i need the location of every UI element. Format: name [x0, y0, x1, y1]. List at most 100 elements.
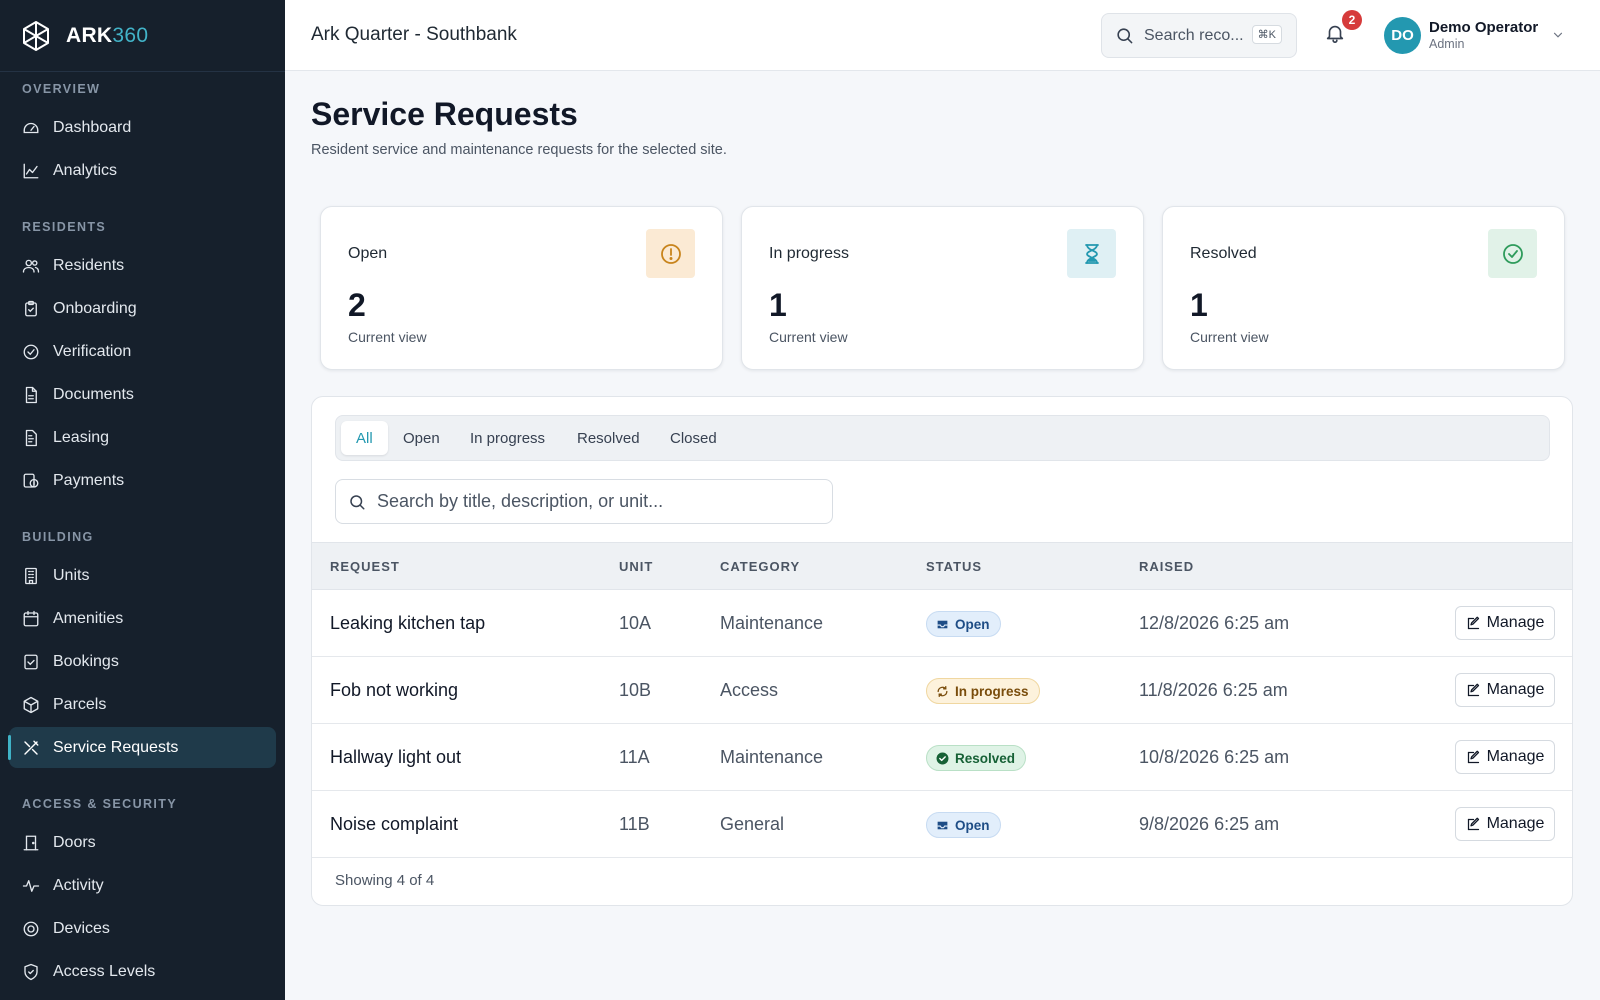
stat-card-in-progress: In progress 1 Current view — [741, 206, 1144, 370]
sidebar-item-access-levels[interactable]: Access Levels — [9, 951, 276, 992]
avatar[interactable]: DO — [1384, 17, 1421, 54]
nav-group-building: BUILDING — [22, 530, 94, 544]
request-title[interactable]: Leaking kitchen tap — [330, 613, 485, 634]
brand[interactable]: ARK360 — [0, 0, 285, 72]
brand-name: ARK360 — [66, 23, 149, 47]
sidebar-item-parcels[interactable]: Parcels — [9, 684, 276, 725]
request-title[interactable]: Fob not working — [330, 680, 458, 701]
request-category: Maintenance — [720, 747, 824, 767]
edit-icon — [1467, 683, 1479, 696]
stat-label: In progress — [769, 245, 850, 262]
global-search[interactable]: Search reco... ⌘K — [1101, 13, 1297, 58]
sidebar-item-service-requests[interactable]: Service Requests — [8, 727, 276, 768]
requests-panel: All Open In progress Resolved Closed REQ… — [311, 396, 1573, 906]
sidebar-item-label: Payments — [53, 471, 125, 489]
sidebar-item-label: Residents — [53, 256, 125, 274]
page-title: Service Requests — [311, 96, 578, 132]
search-icon — [350, 494, 365, 509]
payments-icon — [23, 473, 39, 488]
sidebar-item-label: Devices — [53, 919, 110, 937]
request-title[interactable]: Noise complaint — [330, 814, 458, 835]
request-category: Access — [720, 680, 779, 700]
search-shortcut: ⌘K — [1251, 25, 1282, 44]
stat-card-open: Open 2 Current view — [320, 206, 723, 370]
chevron-down-icon[interactable] — [1551, 28, 1565, 42]
stat-note: Current view — [769, 329, 848, 345]
request-category: General — [720, 814, 785, 834]
status-badge: Open — [926, 611, 1001, 637]
status-badge-label: Open — [955, 817, 990, 833]
users-icon — [22, 259, 40, 273]
tab-open[interactable]: Open — [388, 421, 455, 455]
calendar-check-icon — [24, 654, 38, 669]
column-header-unit[interactable]: UNIT — [619, 559, 653, 574]
status-badge: Open — [926, 812, 1001, 838]
tab-in-progress[interactable]: In progress — [455, 421, 560, 455]
stat-card-resolved: Resolved 1 Current view — [1162, 206, 1565, 370]
sidebar-item-leasing[interactable]: Leasing — [9, 417, 276, 458]
table-row[interactable]: Fob not working 10B Access In progress 1… — [312, 657, 1572, 724]
sidebar-item-label: Units — [53, 566, 90, 584]
table-row[interactable]: Hallway light out 11A Maintenance Resolv… — [312, 724, 1572, 791]
sidebar-item-label: Doors — [53, 833, 96, 851]
stat-icon-box — [1488, 229, 1537, 278]
status-badge-label: Resolved — [955, 750, 1016, 766]
column-header-raised[interactable]: RAISED — [1139, 559, 1194, 574]
check-circle-icon — [936, 752, 949, 764]
request-raised: 11/8/2026 6:25 am — [1139, 680, 1288, 700]
sidebar-item-activity[interactable]: Activity — [9, 865, 276, 906]
stat-value: 1 — [769, 287, 787, 323]
sidebar-item-verification[interactable]: Verification — [9, 331, 276, 372]
sidebar-item-label: Onboarding — [53, 299, 137, 317]
request-raised: 9/8/2026 6:25 am — [1139, 814, 1280, 834]
manage-button[interactable]: Manage — [1455, 606, 1555, 640]
ark-logo-icon — [23, 20, 49, 51]
request-search-input[interactable] — [377, 491, 817, 512]
line-chart-icon — [23, 163, 39, 178]
request-title[interactable]: Hallway light out — [330, 747, 461, 768]
manage-button[interactable]: Manage — [1455, 673, 1555, 707]
manage-button[interactable]: Manage — [1455, 807, 1555, 841]
column-header-status[interactable]: STATUS — [926, 559, 982, 574]
check-circle-icon — [23, 344, 39, 359]
sidebar-item-onboarding[interactable]: Onboarding — [9, 288, 276, 329]
site-title[interactable]: Ark Quarter - Southbank — [311, 24, 517, 46]
clipboard-icon — [25, 300, 37, 316]
notification-badge: 2 — [1342, 10, 1362, 30]
global-search-placeholder: Search reco... — [1144, 26, 1244, 44]
table-row[interactable]: Leaking kitchen tap 10A Maintenance Open… — [312, 590, 1572, 657]
request-category: Maintenance — [720, 613, 824, 633]
status-badge: Resolved — [926, 745, 1027, 771]
sidebar-item-devices[interactable]: Devices — [9, 908, 276, 949]
sidebar-item-amenities[interactable]: Amenities — [9, 598, 276, 639]
sidebar-item-bookings[interactable]: Bookings — [9, 641, 276, 682]
sidebar-item-documents[interactable]: Documents — [9, 374, 276, 415]
search-icon — [1117, 28, 1133, 44]
user-role: Admin — [1429, 37, 1465, 51]
column-header-request[interactable]: REQUEST — [330, 559, 400, 574]
request-unit: 11A — [619, 747, 650, 767]
tab-resolved[interactable]: Resolved — [562, 421, 655, 455]
tab-closed[interactable]: Closed — [655, 421, 732, 455]
column-header-category[interactable]: CATEGORY — [720, 559, 800, 574]
manage-button-label: Manage — [1486, 681, 1545, 698]
calendar-icon — [23, 610, 39, 626]
manage-button[interactable]: Manage — [1455, 740, 1555, 774]
sidebar-item-label: Dashboard — [53, 118, 132, 136]
status-tabs: All Open In progress Resolved Closed — [335, 415, 1550, 461]
sidebar-item-units[interactable]: Units — [9, 555, 276, 596]
stat-note: Current view — [1190, 329, 1269, 345]
sidebar-item-dashboard[interactable]: Dashboard — [9, 107, 276, 148]
activity-icon — [22, 879, 40, 892]
sidebar-item-payments[interactable]: Payments — [9, 460, 276, 501]
request-search-field[interactable] — [335, 479, 833, 524]
stat-note: Current view — [348, 329, 427, 345]
user-name[interactable]: Demo Operator — [1429, 19, 1538, 36]
sidebar-item-doors[interactable]: Doors — [9, 822, 276, 863]
sidebar-item-residents[interactable]: Residents — [9, 245, 276, 286]
sidebar-item-analytics[interactable]: Analytics — [9, 150, 276, 191]
table-row[interactable]: Noise complaint 11B General Open 9/8/202… — [312, 791, 1572, 858]
edit-icon — [1467, 750, 1479, 763]
tab-all[interactable]: All — [341, 421, 388, 455]
manage-button-label: Manage — [1486, 614, 1545, 631]
